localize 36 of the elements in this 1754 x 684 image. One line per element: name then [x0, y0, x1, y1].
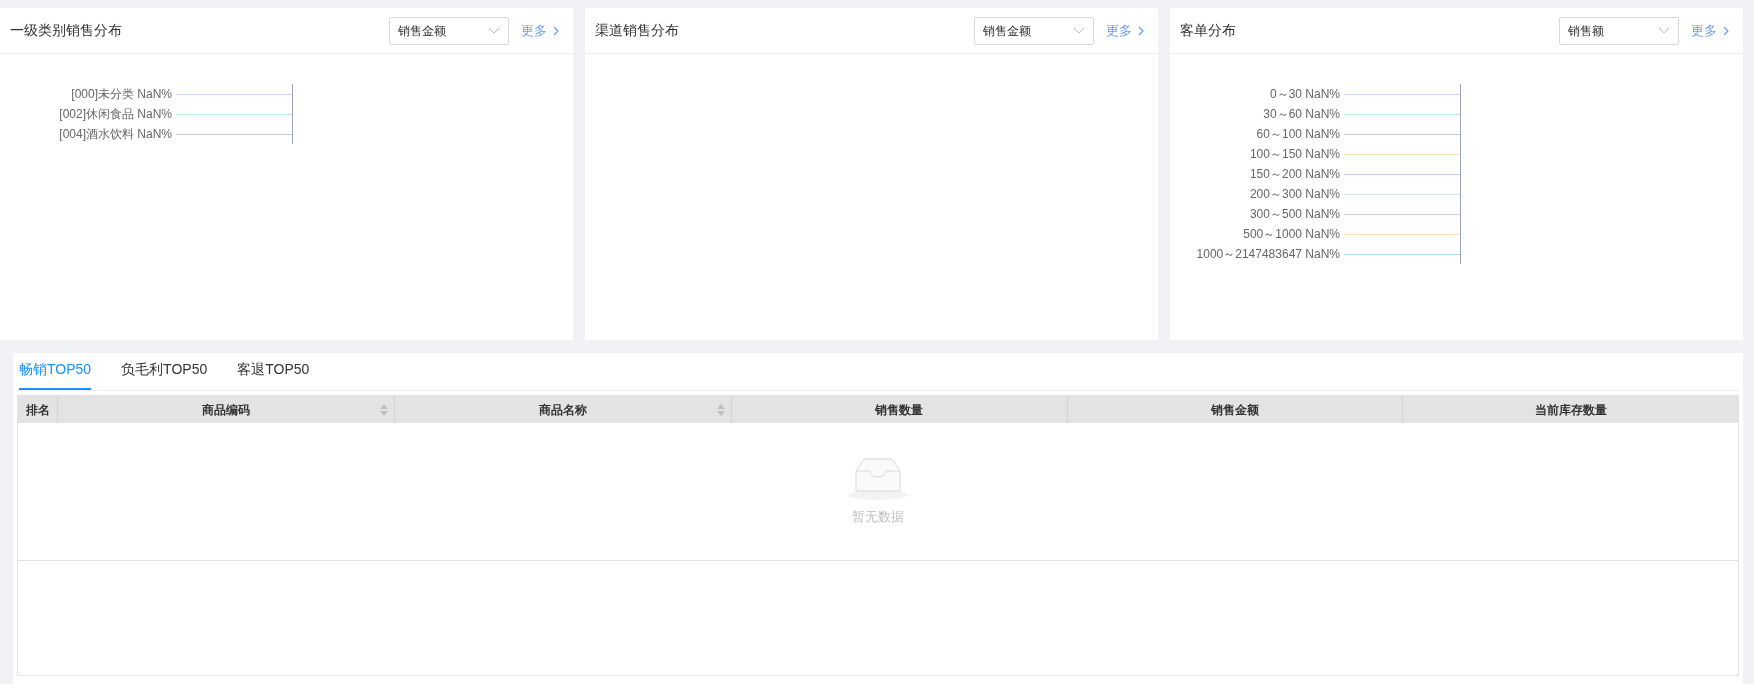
column-header[interactable]: 商品编码 [57, 396, 394, 423]
pie-label: 60～100 NaN% [1256, 126, 1340, 143]
tab[interactable]: 客退TOP50 [237, 359, 310, 390]
pie-label: 100～150 NaN% [1249, 146, 1340, 163]
panel-title: 客单分布 [1180, 21, 1236, 40]
tab[interactable]: 负毛利TOP50 [121, 359, 208, 390]
panel-title: 渠道销售分布 [595, 21, 679, 40]
chevron-down-icon [1073, 26, 1085, 35]
pie-label: 150～200 NaN% [1249, 166, 1340, 183]
chevron-down-icon [488, 26, 500, 35]
column-header: 排名 [24, 401, 51, 419]
column-header[interactable]: 商品名称 [394, 396, 731, 423]
empty-text: 暂无数据 [852, 507, 904, 526]
pie-label: [000]未分类 NaN% [71, 86, 172, 103]
pie-label: 300～500 NaN% [1249, 206, 1340, 223]
pie-label: [004]酒水饮料 NaN% [59, 126, 172, 143]
pie-label: 0～30 NaN% [1269, 86, 1340, 103]
panel-title: 一级类别销售分布 [10, 21, 122, 40]
column-header: 销售金额 [1066, 396, 1403, 423]
chevron-right-icon [553, 25, 559, 36]
pie-label: 500～1000 NaN% [1243, 226, 1340, 243]
metric-select[interactable]: 销售金额 [389, 16, 509, 45]
pie-label: [002]休闲食品 NaN% [59, 106, 172, 123]
metric-select[interactable]: 销售金额 [974, 16, 1094, 45]
empty-inbox-icon [846, 456, 910, 501]
pie-label: 200～300 NaN% [1249, 186, 1340, 203]
pie-label: 1000～2147483647 NaN% [1196, 246, 1340, 263]
sort-icon[interactable] [717, 404, 725, 416]
column-header: 当前库存数量 [1402, 396, 1738, 423]
sort-icon[interactable] [380, 404, 388, 416]
chevron-down-icon [1658, 26, 1670, 35]
chevron-right-icon [1138, 25, 1144, 36]
metric-select[interactable]: 销售额 [1559, 16, 1679, 45]
column-header: 销售数量 [731, 396, 1067, 423]
chevron-right-icon [1723, 25, 1729, 36]
pie-label: 30～60 NaN% [1263, 106, 1340, 123]
